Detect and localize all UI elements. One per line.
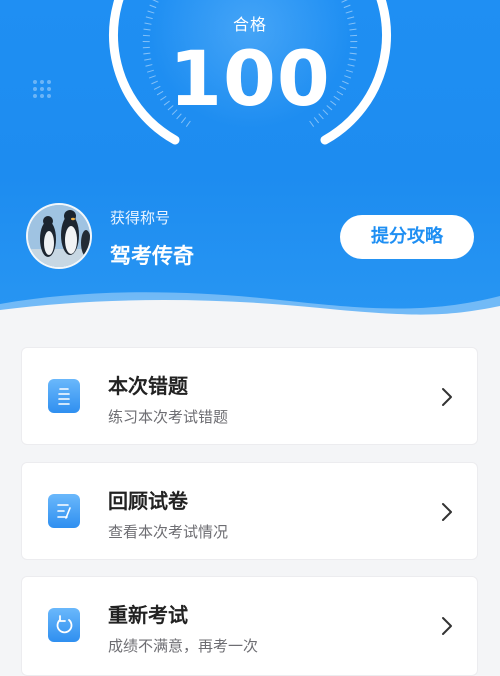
chevron-right-icon [442, 388, 452, 406]
earned-title-value: 驾考传奇 [110, 244, 194, 268]
result-header: 合格 100 获得称号 驾考传奇 提分攻略 [0, 0, 500, 320]
chevron-right-icon [442, 503, 452, 521]
action-subtitle: 成绩不满意，再考一次 [108, 637, 259, 655]
action-card-review-paper[interactable]: 回顾试卷 查看本次考试情况 [21, 462, 478, 560]
review-paper-icon [48, 494, 80, 528]
action-subtitle: 查看本次考试情况 [108, 523, 229, 541]
retake-exam-icon [48, 608, 80, 642]
earned-title-label: 获得称号 [110, 209, 171, 227]
action-title: 本次错题 [108, 374, 188, 398]
action-subtitle: 练习本次考试错题 [108, 408, 229, 426]
score-value: 100 [169, 34, 331, 123]
pass-status-label: 合格 [232, 15, 267, 34]
action-card-retake-exam[interactable]: 重新考试 成绩不满意，再考一次 [21, 576, 478, 676]
action-card-wrong-questions[interactable]: 本次错题 练习本次考试错题 [21, 347, 478, 445]
chevron-right-icon [442, 617, 452, 635]
avatar [26, 203, 92, 269]
wrong-questions-icon [48, 379, 80, 413]
score-tips-button[interactable]: 提分攻略 [340, 215, 474, 259]
header-wave [0, 292, 500, 320]
action-title: 回顾试卷 [108, 489, 188, 513]
action-title: 重新考试 [108, 603, 188, 627]
